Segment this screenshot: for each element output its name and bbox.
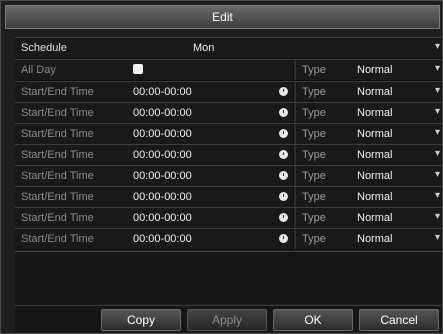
chevron-down-icon[interactable]: ▾ [435,127,440,138]
column-divider [293,145,296,165]
edit-dialog: Edit Schedule Mon ▾ All Day Type Normal … [0,0,443,334]
time-row: Start/End Time 00:00-00:00 Type Normal ▾ [15,144,442,166]
time-range-field[interactable]: 00:00-00:00 [133,128,192,140]
type-label: Type [302,170,326,182]
time-row: Start/End Time 00:00-00:00 Type Normal ▾ [15,186,442,208]
time-row: Start/End Time 00:00-00:00 Type Normal ▾ [15,165,442,187]
clock-icon[interactable] [279,150,288,159]
all-day-checkbox[interactable] [133,64,143,74]
apply-button[interactable]: Apply [187,309,267,331]
button-bar: Copy Apply OK Cancel [15,305,442,332]
time-range-field[interactable]: 00:00-00:00 [133,233,192,245]
type-select[interactable]: Normal [357,191,392,203]
column-divider [293,229,296,249]
clock-icon[interactable] [279,87,288,96]
clock-icon[interactable] [279,234,288,243]
chevron-down-icon[interactable]: ▾ [435,190,440,201]
start-end-time-label: Start/End Time [21,170,94,182]
type-label: Type [302,212,326,224]
start-end-time-label: Start/End Time [21,107,94,119]
time-range-field[interactable]: 00:00-00:00 [133,107,192,119]
time-range-field[interactable]: 00:00-00:00 [133,212,192,224]
start-end-time-label: Start/End Time [21,212,94,224]
dialog-title: Edit [5,5,440,29]
chevron-down-icon[interactable]: ▾ [435,169,440,180]
clock-icon[interactable] [279,213,288,222]
type-select[interactable]: Normal [357,149,392,161]
column-divider [293,60,296,80]
type-label: Type [302,191,326,203]
ok-button[interactable]: OK [273,309,353,331]
type-label: Type [302,107,326,119]
type-select[interactable]: Normal [357,86,392,98]
chevron-down-icon[interactable]: ▾ [435,106,440,117]
clock-icon[interactable] [279,192,288,201]
clock-icon[interactable] [279,108,288,117]
type-label: Type [302,86,326,98]
chevron-down-icon[interactable]: ▾ [435,148,440,159]
clock-icon[interactable] [279,129,288,138]
all-day-label: All Day [21,64,56,76]
type-label: Type [302,233,326,245]
column-divider [293,82,296,102]
start-end-time-label: Start/End Time [21,128,94,140]
start-end-time-label: Start/End Time [21,191,94,203]
column-divider [293,103,296,123]
chevron-down-icon[interactable]: ▾ [435,41,440,52]
time-range-field[interactable]: 00:00-00:00 [133,191,192,203]
time-range-field[interactable]: 00:00-00:00 [133,86,192,98]
schedule-row[interactable]: Schedule Mon ▾ [15,37,442,59]
time-row: Start/End Time 00:00-00:00 Type Normal ▾ [15,102,442,124]
type-select[interactable]: Normal [357,64,392,76]
column-divider [293,124,296,144]
type-label: Type [302,149,326,161]
chevron-down-icon[interactable]: ▾ [435,85,440,96]
clock-icon[interactable] [279,171,288,180]
column-divider [293,166,296,186]
schedule-day-select[interactable]: Mon [193,42,214,54]
type-select[interactable]: Normal [357,233,392,245]
column-divider [293,208,296,228]
type-select[interactable]: Normal [357,170,392,182]
start-end-time-label: Start/End Time [21,149,94,161]
start-end-time-label: Start/End Time [21,233,94,245]
time-row: Start/End Time 00:00-00:00 Type Normal ▾ [15,123,442,145]
type-select[interactable]: Normal [357,107,392,119]
type-select[interactable]: Normal [357,212,392,224]
empty-area [15,251,442,304]
time-row: Start/End Time 00:00-00:00 Type Normal ▾ [15,228,442,250]
chevron-down-icon[interactable]: ▾ [435,63,440,74]
time-range-field[interactable]: 00:00-00:00 [133,170,192,182]
copy-button[interactable]: Copy [101,309,181,331]
start-end-time-label: Start/End Time [21,86,94,98]
chevron-down-icon[interactable]: ▾ [435,232,440,243]
time-row: Start/End Time 00:00-00:00 Type Normal ▾ [15,207,442,229]
time-row: Start/End Time 00:00-00:00 Type Normal ▾ [15,81,442,103]
type-label: Type [302,64,326,76]
type-label: Type [302,128,326,140]
time-range-field[interactable]: 00:00-00:00 [133,149,192,161]
type-select[interactable]: Normal [357,128,392,140]
schedule-label: Schedule [21,42,67,54]
cancel-button[interactable]: Cancel [359,309,439,331]
chevron-down-icon[interactable]: ▾ [435,211,440,222]
all-day-row: All Day Type Normal ▾ [15,59,442,81]
column-divider [293,187,296,207]
